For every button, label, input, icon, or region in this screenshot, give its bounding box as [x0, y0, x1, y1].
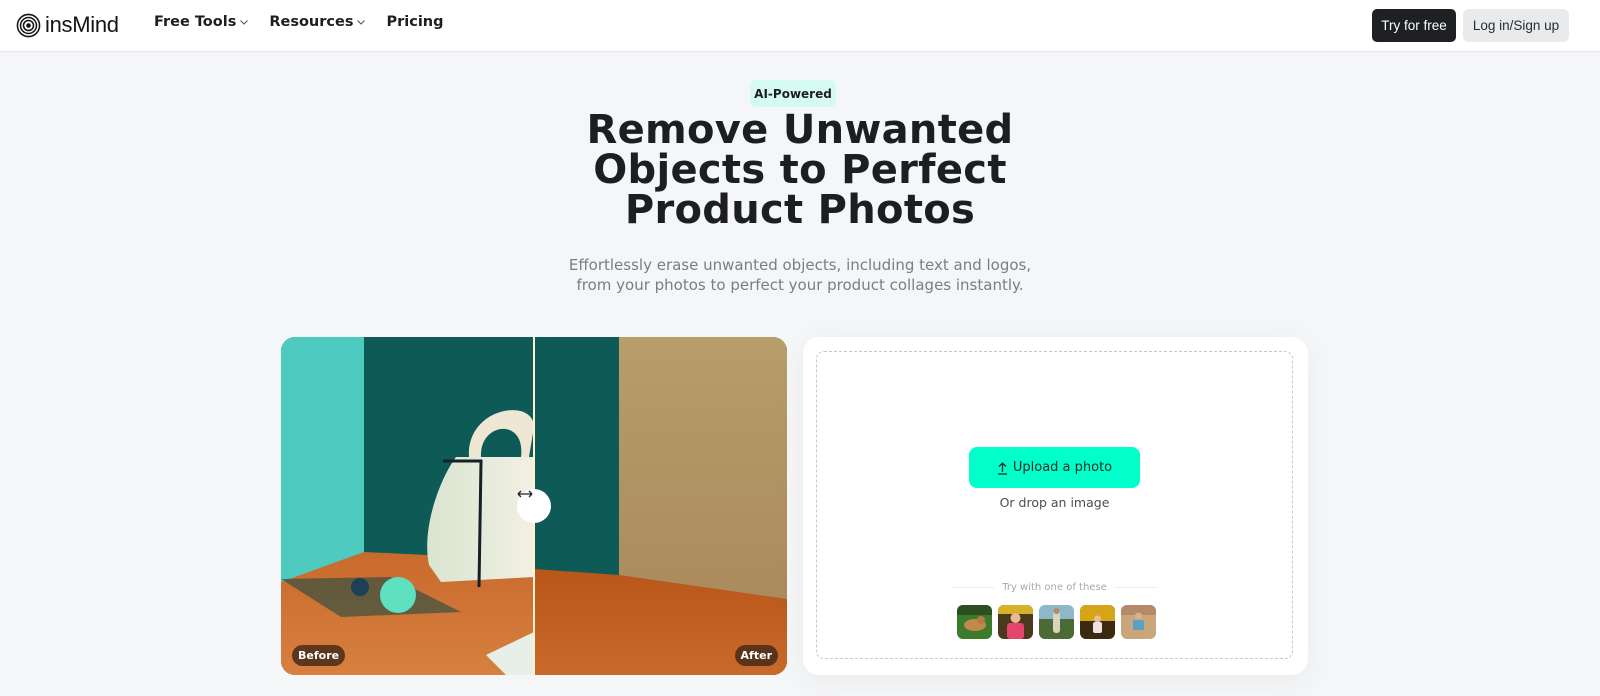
top-navbar: insMind Free Tools Resources Pricing Try… [0, 0, 1600, 52]
sample-woman-in-field[interactable] [1039, 605, 1074, 639]
title-line: Objects to Perfect [593, 147, 1007, 193]
login-signup-button[interactable]: Log in/Sign up [1463, 9, 1569, 42]
ai-powered-badge: AI-Powered [750, 80, 836, 107]
upload-button-label: Upload a photo [1012, 460, 1113, 475]
subtitle-line: Effortlessly erase unwanted objects, inc… [568, 256, 1032, 274]
logo-spiral-icon [16, 13, 41, 37]
logo[interactable]: insMind [16, 12, 119, 38]
main-nav: Free Tools Resources Pricing [154, 14, 464, 30]
left-right-arrow-icon [517, 490, 533, 498]
sample-girl-in-pink-dress[interactable] [998, 605, 1033, 639]
nav-resources[interactable]: Resources [269, 14, 366, 30]
nav-pricing-label: Pricing [386, 14, 444, 30]
upload-photo-button[interactable]: Upload a photo [969, 447, 1140, 488]
drop-image-hint: Or drop an image [999, 495, 1110, 510]
chevron-down-icon [240, 20, 249, 25]
page-title: Remove Unwanted Objects to Perfect Produ… [500, 110, 1100, 230]
divider [952, 587, 995, 588]
sample-woman-on-beach[interactable] [1121, 605, 1156, 639]
nav-pricing[interactable]: Pricing [386, 14, 443, 30]
try-samples-text: Try with one of these [1002, 582, 1107, 593]
divider [1114, 587, 1157, 588]
compare-slider-handle[interactable] [517, 489, 551, 523]
nav-resources-label: Resources [269, 14, 354, 30]
small-ball [351, 578, 369, 596]
try-samples-heading: Try with one of these [952, 582, 1157, 593]
image-dropzone[interactable]: Upload a photo Or drop an image Try with… [816, 351, 1293, 659]
upload-card: Upload a photo Or drop an image Try with… [803, 337, 1308, 675]
nav-free-tools-label: Free Tools [154, 14, 237, 30]
sample-dog-on-grass[interactable] [957, 605, 992, 639]
page-subtitle: Effortlessly erase unwanted objects, inc… [500, 255, 1100, 295]
sample-images [957, 605, 1162, 639]
title-line: Remove Unwanted [586, 107, 1014, 153]
title-line: Product Photos [624, 187, 976, 233]
upload-arrow-icon [997, 461, 1007, 475]
chevron-down-icon [357, 20, 366, 25]
try-for-free-button[interactable]: Try for free [1372, 9, 1456, 42]
before-label: Before [292, 645, 346, 666]
sample-child-in-yellow-flowers[interactable] [1080, 605, 1115, 639]
before-after-comparison[interactable]: Before After [281, 337, 787, 675]
subtitle-line: from your photos to perfect your product… [576, 276, 1024, 294]
logo-text: insMind [45, 12, 119, 37]
teal-ornament [380, 577, 416, 613]
nav-free-tools[interactable]: Free Tools [154, 14, 249, 30]
after-label: After [734, 645, 778, 666]
